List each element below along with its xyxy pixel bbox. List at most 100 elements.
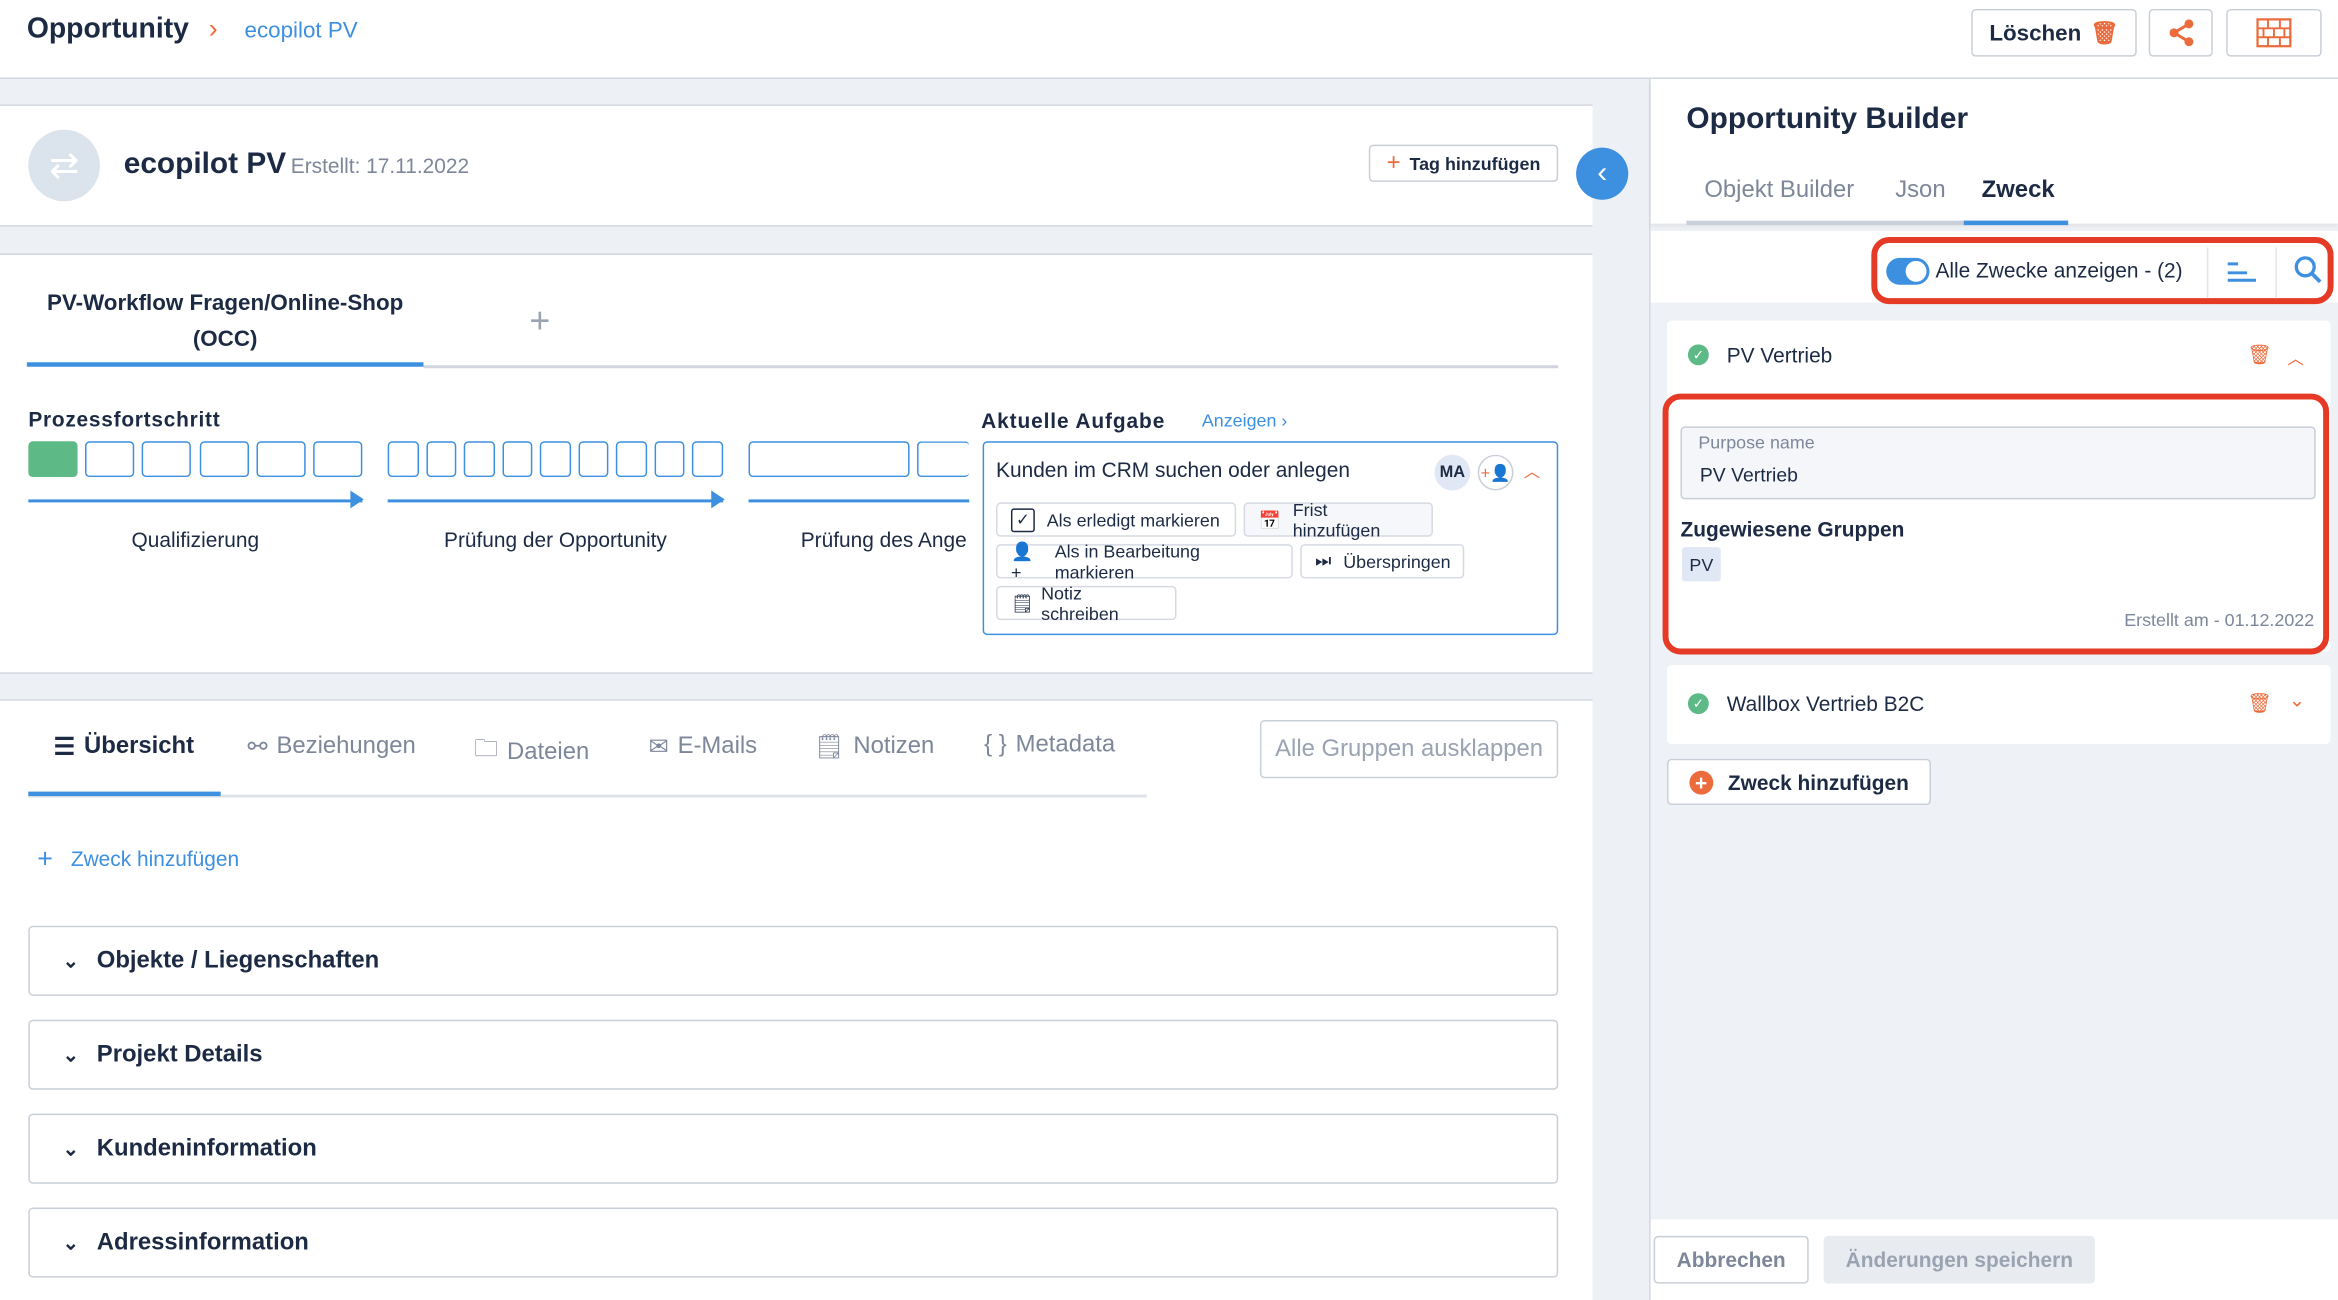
stage-arrow: [748, 499, 970, 503]
mail-icon: ✉: [648, 734, 669, 761]
calendar-icon: 📅: [1258, 509, 1281, 530]
group-chip[interactable]: PV: [1681, 547, 1721, 582]
tab-relations[interactable]: ⚯ Beziehungen: [248, 732, 416, 762]
progress-step[interactable]: [501, 441, 533, 478]
progress-step[interactable]: [312, 441, 363, 478]
sort-button[interactable]: [2226, 259, 2257, 283]
collapse-panel-button[interactable]: ‹: [1576, 147, 1629, 200]
tab-overview[interactable]: ☰ Übersicht: [54, 732, 194, 762]
delete-button[interactable]: Löschen 🗑: [1971, 8, 2137, 57]
note-icon: 🗒: [1010, 592, 1034, 614]
tab-emails[interactable]: ✉ E-Mails: [649, 732, 757, 762]
purpose-name-field-label: Purpose name: [1698, 432, 1815, 454]
progress-step[interactable]: [463, 441, 495, 478]
toolbar-separator: [2275, 247, 2277, 299]
progress-step[interactable]: [255, 441, 306, 478]
tab-purpose[interactable]: Zweck: [1982, 177, 2055, 204]
add-tag-button[interactable]: + Tag hinzufügen: [1368, 144, 1559, 182]
add-deadline-label: Frist hinzufügen: [1292, 498, 1381, 541]
chevron-up-icon[interactable]: ︿: [1524, 459, 1540, 483]
toolbar-separator: [2206, 247, 2209, 299]
progress-step[interactable]: [28, 441, 78, 478]
tab-label: Dateien: [506, 738, 590, 765]
add-deadline-button[interactable]: 📅 Frist hinzufügen: [1243, 499, 1433, 540]
progress-step[interactable]: [540, 441, 571, 478]
progress-step[interactable]: [916, 441, 970, 478]
progress-step[interactable]: [748, 441, 909, 478]
search-button[interactable]: [2293, 255, 2323, 292]
progress-step[interactable]: [616, 441, 647, 478]
assignee-avatar[interactable]: MA: [1434, 454, 1471, 491]
progress-step[interactable]: [654, 441, 686, 478]
group-address-info[interactable]: ⌄ Adressinformation: [28, 1207, 1559, 1278]
chevron-down-icon[interactable]: ⌄: [2289, 689, 2305, 713]
record-created: Erstellt: 17.11.2022: [290, 153, 470, 178]
chevron-left-icon: ‹: [1597, 156, 1608, 190]
workflow-tab[interactable]: PV-Workflow Fragen/Online-Shop (OCC): [27, 286, 424, 358]
layout-button[interactable]: [2226, 8, 2322, 57]
add-purpose-link[interactable]: + Zweck hinzufügen: [37, 845, 239, 872]
relations-icon: ⚯: [247, 734, 268, 761]
progress-step[interactable]: [578, 441, 609, 478]
tab-label: E-Mails: [677, 733, 758, 759]
show-task-label: Anzeigen: [1201, 409, 1277, 431]
progress-step[interactable]: [142, 441, 192, 478]
add-workflow-button[interactable]: +: [529, 301, 550, 343]
toggle-knob: [1905, 260, 1927, 282]
tab-label: Beziehungen: [276, 733, 416, 759]
chevron-down-icon: ⌄: [62, 948, 79, 972]
tab-files[interactable]: 🗀 Dateien: [474, 732, 589, 772]
note-icon: 🗒: [814, 734, 845, 761]
assigned-groups-heading: Zugewiesene Gruppen: [1680, 517, 1905, 542]
task-title: Kunden im CRM suchen oder anlegen: [996, 457, 1351, 482]
add-purpose-button[interactable]: + Zweck hinzufügen: [1667, 758, 1931, 806]
show-all-label: Alle Zwecke anzeigen - (2): [1935, 257, 2183, 282]
mark-in-progress-label: Als in Bearbeitung markieren: [1054, 540, 1200, 583]
cancel-button[interactable]: Abbrechen: [1653, 1235, 1809, 1284]
delete-purpose-icon[interactable]: 🗑: [2247, 343, 2272, 367]
braces-icon: { }: [984, 731, 1007, 758]
arrow-head-icon: [350, 490, 364, 509]
tab-json[interactable]: Json: [1895, 177, 1945, 204]
tab-notes[interactable]: 🗒 Notizen: [814, 732, 934, 762]
record-title: ecopilot PV: [123, 147, 287, 181]
check-circle-icon: ✓: [1687, 344, 1709, 366]
mark-done-button[interactable]: ✓ Als erledigt markieren: [996, 502, 1237, 537]
stage-label: Prüfung der Opportunity: [444, 527, 667, 552]
group-customer-info[interactable]: ⌄ Kundeninformation: [28, 1113, 1559, 1184]
tab-label: Übersicht: [84, 733, 195, 759]
workflow-tabs-divider: [423, 365, 1559, 368]
show-all-toggle[interactable]: [1886, 257, 1930, 285]
progress-step[interactable]: [425, 441, 457, 478]
group-project-details[interactable]: ⌄ Projekt Details: [28, 1019, 1559, 1090]
arrow-head-icon: [711, 490, 725, 509]
progress-step[interactable]: [387, 441, 419, 478]
mark-in-progress-button[interactable]: 👤+ Als in Bearbeitung markieren: [996, 540, 1293, 582]
save-button[interactable]: Änderungen speichern: [1823, 1235, 2095, 1284]
stage-arrow: [28, 499, 363, 503]
tab-metadata[interactable]: { } Metadata: [984, 732, 1115, 759]
checkbox-icon: ✓: [1010, 507, 1035, 532]
progress-step[interactable]: [85, 441, 135, 478]
assign-user-icon[interactable]: +👤: [1477, 454, 1514, 491]
show-task-link[interactable]: Anzeigen ›: [1202, 410, 1288, 431]
stage-label: Qualifizierung: [131, 527, 260, 552]
grid-icon: [2256, 18, 2292, 48]
chevron-up-icon[interactable]: ︿: [2287, 346, 2303, 370]
share-button[interactable]: [2148, 8, 2213, 57]
group-objects[interactable]: ⌄ Objekte / Liegenschaften: [28, 925, 1559, 996]
expand-all-button[interactable]: Alle Gruppen ausklappen: [1259, 720, 1559, 779]
progress-step[interactable]: [692, 441, 724, 478]
progress-step[interactable]: [199, 441, 249, 478]
breadcrumb-root[interactable]: Opportunity: [27, 13, 189, 46]
breadcrumb-current[interactable]: ecopilot PV: [245, 18, 358, 43]
trash-icon: 🗑: [2090, 20, 2119, 47]
active-tab-underline: [28, 791, 221, 797]
tab-object-builder[interactable]: Objekt Builder: [1704, 177, 1854, 204]
skip-button[interactable]: ⏭ Überspringen: [1300, 544, 1465, 579]
purpose-name[interactable]: PV Vertrieb: [1727, 343, 1833, 367]
panel-divider[interactable]: [1592, 79, 1651, 1300]
write-note-button[interactable]: 🗒 Notiz schreiben: [996, 582, 1177, 624]
delete-purpose-icon[interactable]: 🗑: [2247, 692, 2272, 716]
write-note-label: Notiz schreiben: [1041, 582, 1119, 624]
